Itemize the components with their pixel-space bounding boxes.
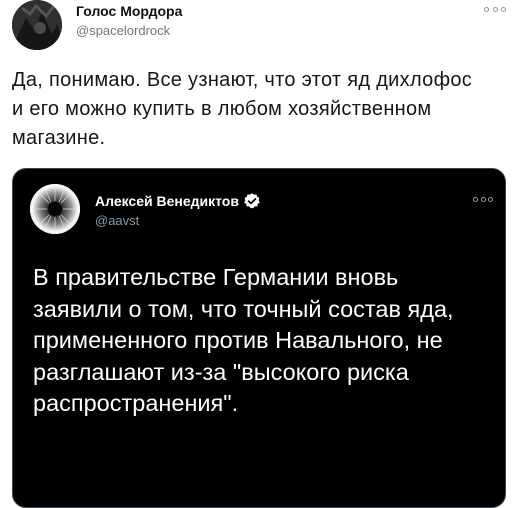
dot (484, 6, 489, 12)
quoted-avatar[interactable] (30, 184, 80, 234)
avatar-image (12, 0, 62, 50)
quoted-author-row: Алексей Венедиктов (95, 192, 261, 210)
author-handle[interactable]: @spacelordrock (76, 23, 170, 38)
quoted-author-name[interactable]: Алексей Венедиктов (95, 193, 239, 209)
quoted-tweet-card[interactable]: Алексей Венедиктов @aavst В правительств… (12, 168, 506, 508)
avatar-image (30, 184, 80, 234)
tweet-header: Голос Мордора @spacelordrock (12, 0, 506, 50)
tweet-text: Да, понимаю. Все узнают, что этот яд дих… (12, 69, 473, 149)
dot (473, 196, 478, 202)
quoted-author-handle[interactable]: @aavst (95, 213, 139, 228)
dot (501, 6, 506, 12)
dot (480, 196, 486, 202)
avatar[interactable] (12, 0, 62, 50)
quoted-tweet-text: В правительстве Германии вновь заявили о… (33, 264, 454, 416)
dot (492, 6, 498, 12)
dot (488, 196, 493, 202)
more-icon[interactable] (484, 2, 506, 16)
verified-badge-icon (244, 193, 260, 209)
more-icon[interactable] (473, 194, 493, 204)
author-name[interactable]: Голос Мордора (76, 3, 182, 19)
